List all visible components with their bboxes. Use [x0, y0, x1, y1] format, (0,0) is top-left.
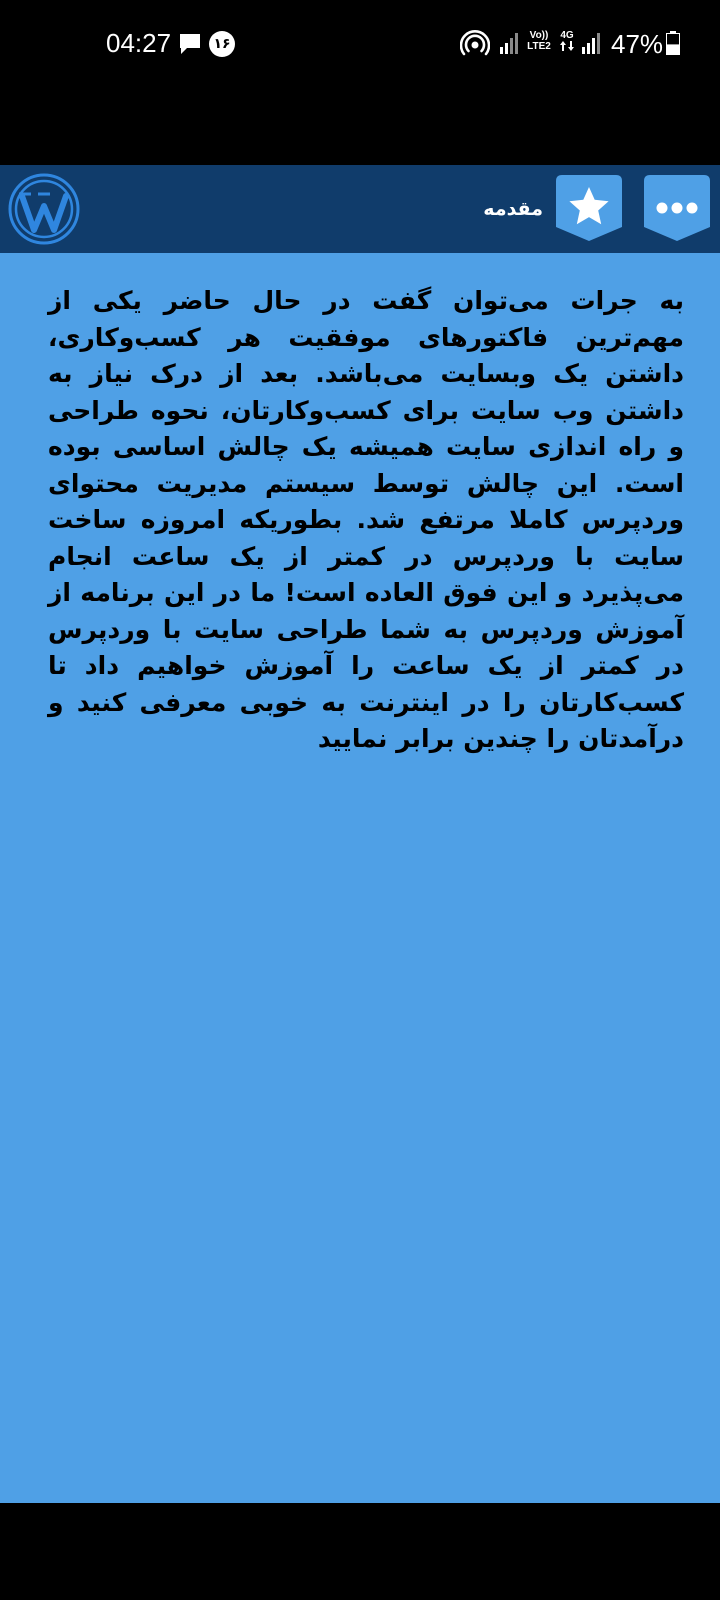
- notification-count-badge: ۱۶: [209, 31, 235, 57]
- signal-icon: [582, 32, 602, 58]
- network-type-label: 4G: [560, 30, 574, 41]
- data-arrows-icon: [560, 41, 574, 51]
- status-bar: 04:27 ۱۶ Vo)) LTE2 4G 47%: [0, 0, 720, 165]
- more-dots-icon: [656, 202, 698, 214]
- intro-paragraph: به جرات می‌توان گفت در حال حاضر یکی از م…: [48, 286, 684, 753]
- volte-indicator: Vo)) LTE2: [524, 30, 554, 52]
- signal-icon: [500, 32, 520, 58]
- hotspot-icon: [459, 30, 491, 60]
- status-time: 04:27: [106, 28, 172, 58]
- app-toolbar: مقدمه: [0, 165, 720, 253]
- system-navigation-bar: [0, 1503, 720, 1600]
- battery-icon: [666, 31, 680, 59]
- lte-label: LTE2: [527, 41, 551, 52]
- content-area: به جرات می‌توان گفت در حال حاضر یکی از م…: [0, 253, 720, 1503]
- favorite-button[interactable]: [556, 175, 622, 241]
- battery-percent: 47%: [611, 29, 664, 59]
- message-icon: [178, 33, 202, 59]
- network-type-indicator: 4G: [558, 30, 576, 54]
- volte-label: Vo)): [529, 30, 549, 41]
- page-title: مقدمه: [483, 198, 543, 220]
- more-options-button[interactable]: [644, 175, 710, 241]
- wordpress-logo: [7, 172, 81, 250]
